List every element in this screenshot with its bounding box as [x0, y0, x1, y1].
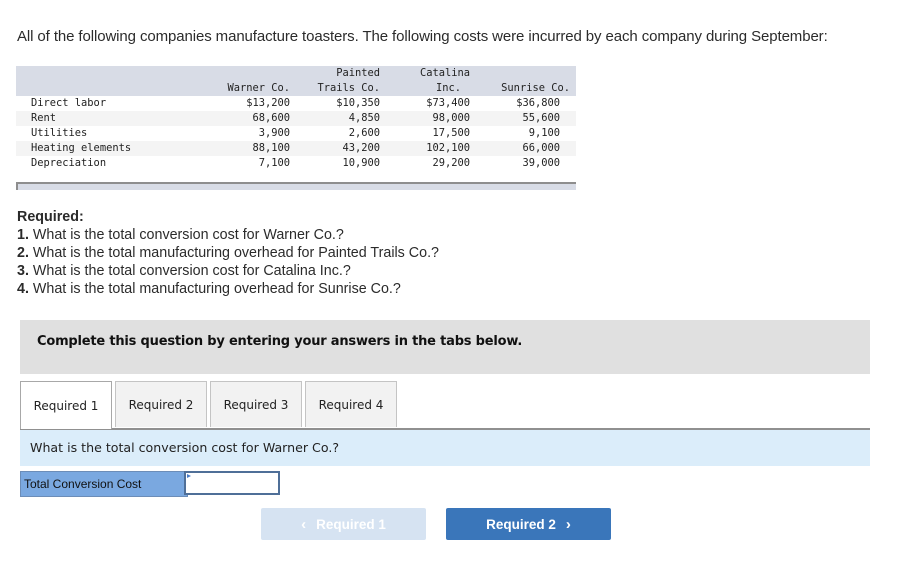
row-label: Depreciation: [31, 157, 107, 169]
next-button-label: Required 2: [486, 516, 556, 532]
required-item-number: 4.: [17, 281, 29, 297]
cell: 10,900: [342, 157, 380, 169]
instruction-text: Complete this question by entering your …: [37, 334, 523, 349]
cell: 43,200: [342, 142, 380, 154]
previous-required-button[interactable]: ‹ Required 1: [261, 508, 426, 540]
next-required-button[interactable]: Required 2 ›: [446, 508, 611, 540]
cell: $10,350: [336, 97, 380, 109]
cell: 9,100: [528, 127, 560, 139]
required-item-number: 2.: [17, 245, 29, 261]
cell: 17,500: [432, 127, 470, 139]
column-header-warner: Warner Co.: [227, 82, 290, 94]
cell: $73,400: [426, 97, 470, 109]
required-item-text: What is the total conversion cost for Wa…: [28, 227, 344, 243]
tab-required-1[interactable]: Required 1: [20, 381, 112, 429]
chevron-right-icon: ›: [565, 515, 571, 533]
cost-table-footer: [16, 182, 576, 190]
cell: 102,100: [426, 142, 470, 154]
required-item: 4. What is the total manufacturing overh…: [17, 280, 439, 298]
required-item-number: 1.: [17, 227, 29, 243]
tab-required-2[interactable]: Required 2: [115, 381, 207, 427]
cell: 39,000: [522, 157, 560, 169]
cell: 98,000: [432, 112, 470, 124]
table-row: Depreciation 7,100 10,900 29,200 39,000: [16, 156, 576, 171]
cell: 2,600: [348, 127, 380, 139]
total-conversion-cost-input[interactable]: [184, 471, 280, 495]
required-item: 1. What is the total conversion cost for…: [17, 226, 439, 244]
cell: 68,600: [252, 112, 290, 124]
problem-intro: All of the following companies manufactu…: [17, 28, 828, 45]
required-item-number: 3.: [17, 263, 29, 279]
tab-required-4[interactable]: Required 4: [305, 381, 397, 427]
cell: $36,800: [516, 97, 560, 109]
column-header-sunrise: Sunrise Co.: [501, 82, 570, 94]
cell: 66,000: [522, 142, 560, 154]
cell: 55,600: [522, 112, 560, 124]
table-row: Rent 68,600 4,850 98,000 55,600: [16, 111, 576, 126]
input-marker-icon: [187, 474, 191, 478]
required-title: Required:: [17, 209, 84, 225]
required-section: Required: 1. What is the total conversio…: [17, 208, 439, 298]
required-item: 3. What is the total conversion cost for…: [17, 262, 439, 280]
table-row: Direct labor $13,200 $10,350 $73,400 $36…: [16, 96, 576, 111]
row-label: Heating elements: [31, 142, 132, 154]
cell: 7,100: [258, 157, 290, 169]
cell: 88,100: [252, 142, 290, 154]
row-label: Utilities: [31, 127, 88, 139]
cost-table: Warner Co. Painted Trails Co. Catalina I…: [16, 66, 576, 190]
column-header-catalina-line2: Inc.: [435, 82, 461, 94]
tab-required-3[interactable]: Required 3: [210, 381, 302, 427]
cell: 3,900: [258, 127, 290, 139]
question-band: What is the total conversion cost for Wa…: [20, 428, 870, 466]
row-label: Rent: [31, 112, 57, 124]
column-header-painted-line1: Painted: [336, 67, 380, 79]
cell: $13,200: [246, 97, 290, 109]
previous-button-label: Required 1: [316, 516, 386, 532]
cell: 4,850: [348, 112, 380, 124]
question-text: What is the total conversion cost for Wa…: [30, 440, 340, 455]
column-header-painted-line2: Trails Co.: [317, 82, 380, 94]
cell: 29,200: [432, 157, 470, 169]
table-row: Heating elements 88,100 43,200 102,100 6…: [16, 141, 576, 156]
row-label: Direct labor: [31, 97, 107, 109]
answer-label: Total Conversion Cost: [20, 471, 188, 497]
column-header-catalina-line1: Catalina: [419, 67, 470, 79]
required-item-text: What is the total conversion cost for Ca…: [28, 263, 351, 279]
chevron-left-icon: ‹: [301, 515, 307, 533]
required-item: 2. What is the total manufacturing overh…: [17, 244, 439, 262]
instruction-band: Complete this question by entering your …: [20, 320, 870, 374]
cost-table-header: Warner Co. Painted Trails Co. Catalina I…: [16, 66, 576, 96]
required-item-text: What is the total manufacturing overhead…: [28, 281, 401, 297]
required-item-text: What is the total manufacturing overhead…: [28, 245, 439, 261]
table-row: Utilities 3,900 2,600 17,500 9,100: [16, 126, 576, 141]
